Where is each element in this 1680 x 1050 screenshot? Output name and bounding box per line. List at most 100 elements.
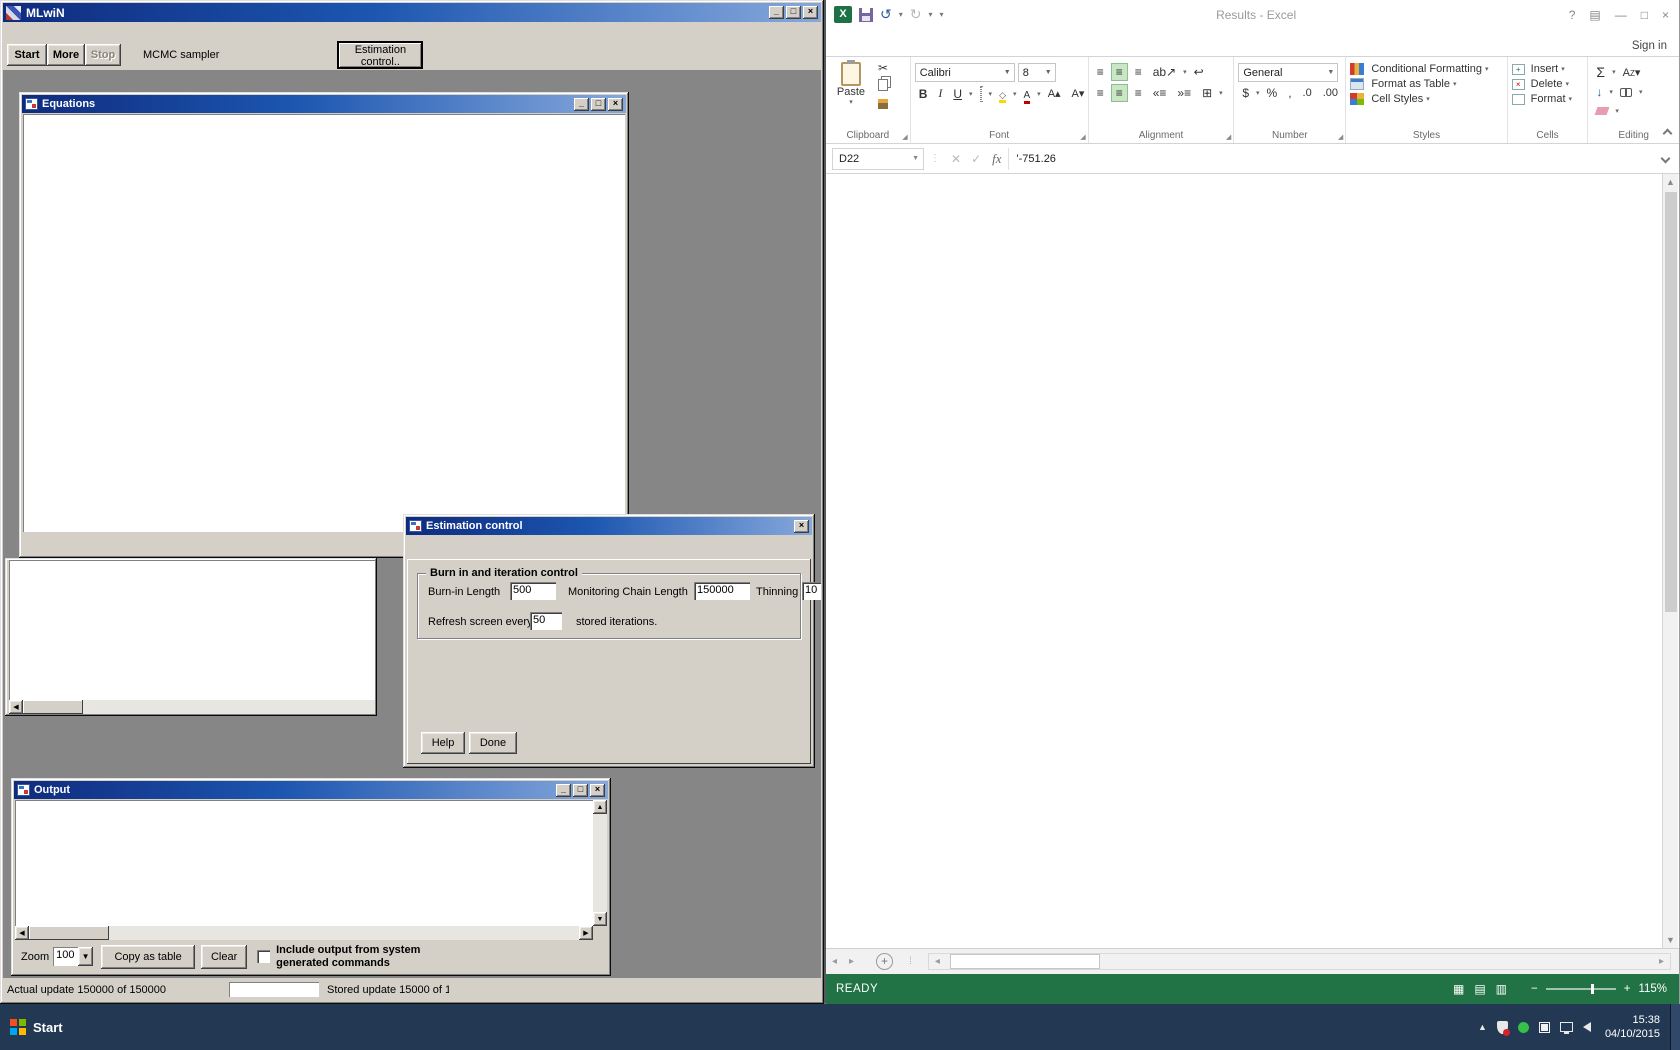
formula-bar-splitter[interactable]: ⋮	[930, 153, 940, 164]
close-icon[interactable]: ×	[608, 98, 623, 111]
insert-function-icon[interactable]: fx	[992, 151, 1001, 167]
output-titlebar[interactable]: Output _ □ ×	[14, 781, 608, 799]
ribbon-options-icon[interactable]: ▤	[1589, 8, 1600, 22]
clipboard-launcher-icon[interactable]: ◢	[902, 133, 907, 141]
underline-dropdown-icon[interactable]: ▾	[969, 90, 973, 98]
fill-dropdown-icon[interactable]: ▾	[1013, 90, 1017, 98]
stop-button[interactable]: Stop	[85, 44, 121, 66]
minimize-icon[interactable]: —	[1615, 8, 1627, 22]
page-layout-view-icon[interactable]: ▤	[1474, 982, 1485, 996]
format-cells-button[interactable]: Format▾	[1512, 93, 1584, 105]
scroll-left-icon[interactable]: ◀	[9, 700, 23, 714]
tray-status-icon[interactable]	[1518, 1022, 1529, 1033]
dialog-titlebar[interactable]: Estimation control ×	[406, 517, 812, 535]
close-icon[interactable]: ×	[803, 6, 818, 19]
maximize-icon[interactable]: □	[591, 98, 606, 111]
scroll-left-icon[interactable]: ◂	[929, 956, 946, 967]
increase-decimal-icon[interactable]: .0	[1299, 86, 1316, 100]
excel-logo-icon[interactable]: X	[834, 6, 852, 23]
cell-styles-button[interactable]: Cell Styles▾	[1350, 93, 1502, 105]
zoom-out-icon[interactable]: −	[1531, 983, 1538, 995]
undo-dropdown-icon[interactable]: ▾	[899, 10, 903, 19]
cancel-icon[interactable]: ✕	[951, 152, 961, 166]
insert-cells-button[interactable]: +Insert▾	[1512, 63, 1584, 75]
refresh-input[interactable]: 50	[530, 612, 562, 630]
copy-as-table-button[interactable]: Copy as table	[101, 945, 195, 969]
fill-color-icon[interactable]: ◇	[995, 86, 1010, 102]
format-painter-icon[interactable]	[874, 97, 892, 113]
minimize-icon[interactable]: _	[769, 6, 784, 19]
bold-button[interactable]: B	[915, 86, 932, 102]
conditional-formatting-button[interactable]: Conditional Formatting▾	[1350, 63, 1502, 75]
borders-dropdown-icon[interactable]: ▾	[989, 90, 993, 98]
autosum-icon[interactable]: Σ	[1592, 63, 1609, 81]
zoom-in-icon[interactable]: +	[1624, 983, 1631, 995]
scrollbar-thumb[interactable]	[23, 700, 83, 714]
shrink-font-icon[interactable]: A▾	[1068, 86, 1089, 101]
align-left-icon[interactable]: ≡	[1093, 85, 1108, 101]
estimation-control-button[interactable]: Estimation control..	[337, 41, 423, 69]
accounting-format-icon[interactable]: $	[1238, 85, 1253, 101]
find-select-icon[interactable]	[1616, 84, 1636, 100]
chain-length-input[interactable]: 150000	[694, 582, 750, 600]
output-vertical-scrollbar[interactable]: ▲ ▼	[593, 800, 607, 926]
redo-icon[interactable]: ↻	[910, 6, 922, 23]
next-sheet-icon[interactable]: ▸	[843, 949, 860, 974]
grid-vertical-scrollbar[interactable]: ▲ ▼	[1662, 174, 1678, 948]
align-bottom-icon[interactable]: ≡	[1131, 64, 1146, 80]
scroll-right-icon[interactable]: ▸	[1653, 956, 1670, 967]
network-icon[interactable]	[1560, 1022, 1573, 1032]
include-output-checkbox[interactable]	[257, 950, 270, 963]
font-name-combo[interactable]: Calibri▼	[915, 63, 1015, 82]
mlwin-titlebar[interactable]: MLwiN _ □ ×	[3, 3, 821, 22]
fill-down-icon[interactable]: ↓	[1592, 84, 1606, 100]
save-icon[interactable]	[859, 8, 873, 22]
clear-icon[interactable]	[1592, 103, 1612, 119]
cut-icon[interactable]: ✂	[874, 60, 892, 76]
minimize-icon[interactable]: _	[574, 98, 589, 111]
orientation-icon[interactable]: ab↗	[1149, 64, 1180, 80]
grow-font-icon[interactable]: A▴	[1044, 86, 1065, 101]
delete-cells-button[interactable]: ×Delete▾	[1512, 78, 1584, 90]
maximize-icon[interactable]: □	[573, 784, 588, 797]
sign-in-link[interactable]: Sign in	[1632, 40, 1667, 56]
start-estimation-button[interactable]: Start	[7, 44, 47, 66]
decrease-decimal-icon[interactable]: .00	[1319, 86, 1342, 100]
help-icon[interactable]: ?	[1569, 8, 1576, 22]
names-horizontal-scrollbar[interactable]: ◀	[9, 700, 375, 714]
scroll-right-icon[interactable]: ▶	[579, 926, 593, 940]
undo-icon[interactable]: ↺	[880, 6, 892, 23]
align-center-icon[interactable]: ≡	[1111, 84, 1128, 102]
burn-in-input[interactable]: 500	[510, 582, 556, 600]
sort-filter-icon[interactable]: AZ▾	[1619, 65, 1645, 80]
align-top-icon[interactable]: ≡	[1093, 64, 1108, 80]
taskbar-clock[interactable]: 15:38 04/10/2015	[1605, 1013, 1660, 1041]
close-icon[interactable]: ×	[794, 520, 809, 533]
page-break-view-icon[interactable]: ▥	[1496, 982, 1507, 996]
restore-icon[interactable]: □	[1641, 8, 1648, 22]
number-launcher-icon[interactable]: ◢	[1338, 133, 1343, 141]
zoom-combo[interactable]: 100 ▼	[53, 947, 93, 966]
font-color-dropdown-icon[interactable]: ▾	[1037, 90, 1041, 98]
align-middle-icon[interactable]: ≡	[1111, 63, 1128, 81]
volume-icon[interactable]	[1583, 1022, 1591, 1032]
scrollbar-thumb[interactable]	[1665, 192, 1677, 612]
tray-expand-icon[interactable]: ▲	[1478, 1022, 1487, 1032]
normal-view-icon[interactable]: ▦	[1453, 982, 1464, 996]
comma-style-icon[interactable]: ,	[1284, 85, 1295, 101]
scroll-left-icon[interactable]: ◀	[15, 926, 29, 940]
font-size-combo[interactable]: 8▼	[1018, 63, 1056, 82]
excel-titlebar[interactable]: X ↺▾ ↻▾ ▾ Results - Excel ? ▤ — □ ×	[826, 0, 1679, 30]
decrease-indent-icon[interactable]: «≡	[1149, 85, 1171, 101]
underline-button[interactable]: U	[949, 86, 966, 102]
tray-window-icon[interactable]	[1539, 1022, 1550, 1033]
scroll-down-icon[interactable]: ▼	[593, 912, 607, 926]
redo-dropdown-icon[interactable]: ▾	[928, 10, 932, 19]
scrollbar-thumb[interactable]	[950, 954, 1100, 969]
name-box[interactable]: D22▼	[832, 148, 924, 170]
close-icon[interactable]: ×	[1662, 8, 1669, 22]
merge-center-icon[interactable]: ⊞	[1198, 85, 1216, 101]
previous-sheet-icon[interactable]: ◂	[826, 949, 843, 974]
scroll-up-icon[interactable]: ▲	[1666, 174, 1675, 190]
increase-indent-icon[interactable]: »≡	[1173, 85, 1195, 101]
